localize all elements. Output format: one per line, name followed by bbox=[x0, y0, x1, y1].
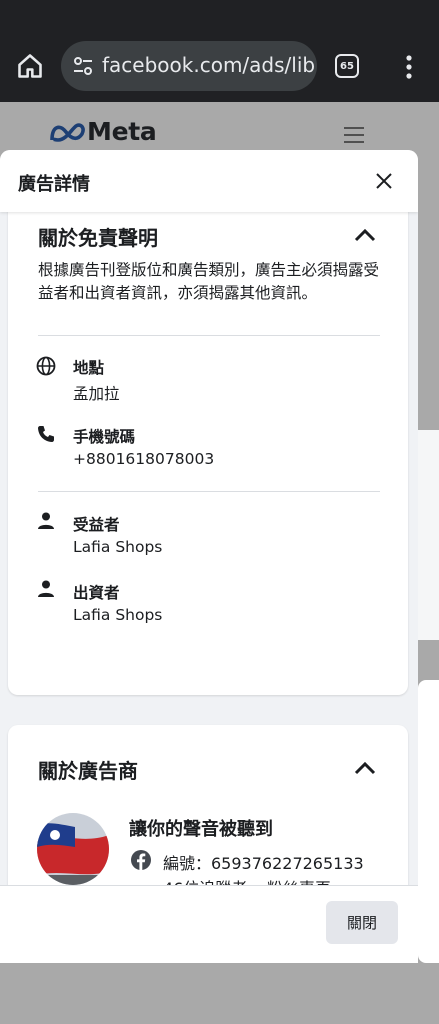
address-bar[interactable]: facebook.com/ads/lib bbox=[61, 41, 317, 91]
avatar[interactable] bbox=[37, 813, 109, 885]
payer-label: 出資者 bbox=[73, 584, 120, 602]
home-icon[interactable] bbox=[16, 52, 44, 80]
advertiser-section-title[interactable]: 關於廣告商 bbox=[38, 755, 138, 784]
disclaimer-card: 關於免責聲明 根據廣告刊登版位和廣告類別，廣告主必須揭露受益者和出資者資訊，亦須… bbox=[8, 212, 408, 695]
background-card bbox=[418, 680, 439, 963]
globe-icon bbox=[36, 356, 56, 376]
dialog-title: 廣告詳情 bbox=[18, 174, 90, 195]
advertiser-card: 關於廣告商 讓你的聲音被聽到 編號：659376227265133 46位追蹤者… bbox=[8, 725, 408, 885]
person-icon bbox=[38, 512, 54, 529]
disclaimer-description: 根據廣告刊登版位和廣告類別，廣告主必須揭露受益者和出資者資訊，亦須揭露其他資訊。 bbox=[38, 261, 380, 302]
beneficiary-value: Lafia Shops bbox=[73, 538, 163, 556]
more-vert-icon[interactable] bbox=[400, 54, 418, 80]
advertiser-id: 編號：659376227265133 bbox=[163, 854, 364, 873]
chevron-up-icon[interactable] bbox=[354, 228, 376, 242]
facebook-icon bbox=[131, 850, 151, 870]
url-text: facebook.com/ads/lib bbox=[102, 53, 316, 77]
chevron-up-icon[interactable] bbox=[354, 761, 376, 775]
dialog-footer: 關閉 bbox=[0, 885, 418, 963]
phone-icon bbox=[38, 426, 54, 442]
meta-logo-text: Meta bbox=[87, 117, 157, 146]
background-card bbox=[418, 430, 439, 640]
site-settings-icon[interactable] bbox=[71, 54, 95, 78]
payer-value: Lafia Shops bbox=[73, 606, 163, 624]
browser-toolbar: facebook.com/ads/lib 65 bbox=[0, 0, 439, 102]
beneficiary-label: 受益者 bbox=[73, 516, 120, 534]
hamburger-menu-icon bbox=[344, 127, 364, 143]
tab-switcher-icon[interactable]: 65 bbox=[335, 54, 359, 78]
location-label: 地點 bbox=[73, 359, 105, 377]
phone-value: +8801618078003 bbox=[73, 450, 215, 468]
person-icon bbox=[38, 580, 54, 597]
phone-label: 手機號碼 bbox=[73, 428, 136, 446]
close-button[interactable]: 關閉 bbox=[326, 901, 398, 944]
location-value: 孟加拉 bbox=[73, 385, 120, 403]
divider bbox=[38, 491, 380, 492]
close-icon[interactable] bbox=[374, 171, 394, 191]
dialog-content[interactable]: 關於免責聲明 根據廣告刊登版位和廣告類別，廣告主必須揭露受益者和出資者資訊，亦須… bbox=[0, 212, 418, 885]
advertiser-followers: 46位追蹤者 • 粉絲專頁 bbox=[163, 875, 331, 885]
ad-details-dialog: 廣告詳情 關於免責聲明 根據廣告刊登版位和廣告類別，廣告主必須揭露受益者和出資者… bbox=[0, 150, 418, 963]
advertiser-name[interactable]: 讓你的聲音被聽到 bbox=[129, 815, 273, 841]
disclaimer-section-title[interactable]: 關於免責聲明 bbox=[38, 222, 158, 251]
divider bbox=[38, 335, 380, 336]
dialog-header: 廣告詳情 bbox=[0, 150, 418, 212]
